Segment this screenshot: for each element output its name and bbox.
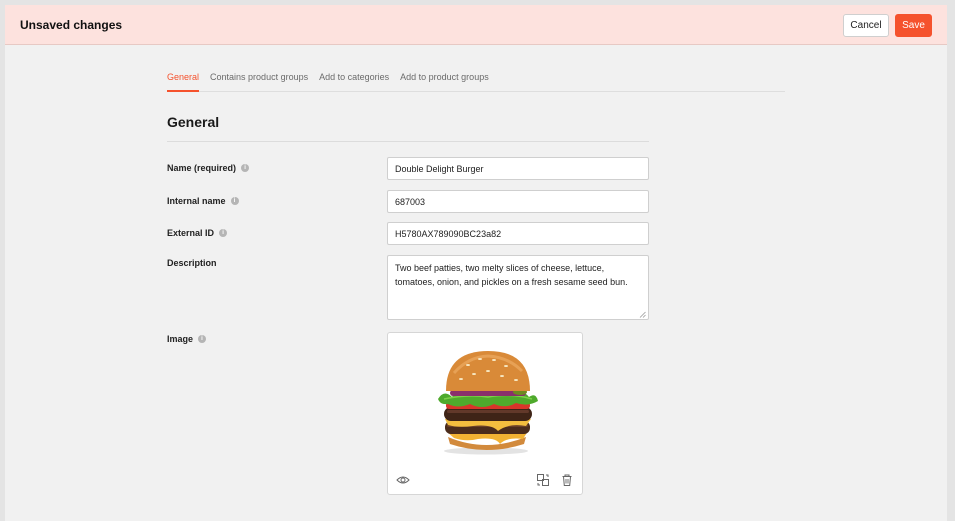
image-card — [387, 332, 583, 495]
description-textarea[interactable]: Two beef patties, two melty slices of ch… — [387, 255, 649, 320]
tab-general[interactable]: General — [167, 65, 200, 92]
eye-icon[interactable] — [396, 473, 410, 487]
tab-add-to-categories[interactable]: Add to categories — [319, 65, 389, 92]
internal-name-label-text: Internal name — [167, 196, 226, 206]
tab-bar: General Contains product groups Add to c… — [167, 65, 785, 92]
info-icon[interactable]: i — [230, 197, 239, 205]
unsaved-changes-bar: Unsaved changes Cancel Save — [5, 5, 947, 45]
tab-contains-product-groups[interactable]: Contains product groups — [210, 65, 308, 92]
name-input[interactable] — [387, 157, 649, 180]
replace-image-icon[interactable] — [536, 473, 550, 487]
tab-add-to-product-groups[interactable]: Add to product groups — [400, 65, 489, 92]
trash-icon[interactable] — [560, 473, 574, 487]
image-label: Image i — [167, 334, 207, 344]
description-label: Description — [167, 258, 217, 268]
section-divider — [167, 141, 649, 142]
burger-image — [438, 351, 538, 455]
page-frame: Unsaved changes Cancel Save General Cont… — [5, 5, 947, 521]
internal-name-input[interactable] — [387, 190, 649, 213]
external-id-label-text: External ID — [167, 228, 215, 238]
internal-name-label: Internal name i — [167, 196, 239, 206]
info-icon[interactable]: i — [198, 335, 207, 343]
name-label: Name (required) i — [167, 163, 250, 173]
unsaved-changes-title: Unsaved changes — [20, 18, 123, 32]
name-label-text: Name (required) — [167, 163, 237, 173]
external-id-input[interactable] — [387, 222, 649, 245]
info-icon[interactable]: i — [241, 164, 250, 172]
external-id-label: External ID i — [167, 228, 228, 238]
section-title: General — [167, 114, 220, 130]
description-label-text: Description — [167, 258, 217, 268]
info-icon[interactable]: i — [219, 229, 228, 237]
save-button[interactable]: Save — [895, 14, 932, 37]
resize-grip-icon[interactable] — [639, 311, 646, 318]
cancel-button[interactable]: Cancel — [843, 14, 889, 37]
image-label-text: Image — [167, 334, 194, 344]
